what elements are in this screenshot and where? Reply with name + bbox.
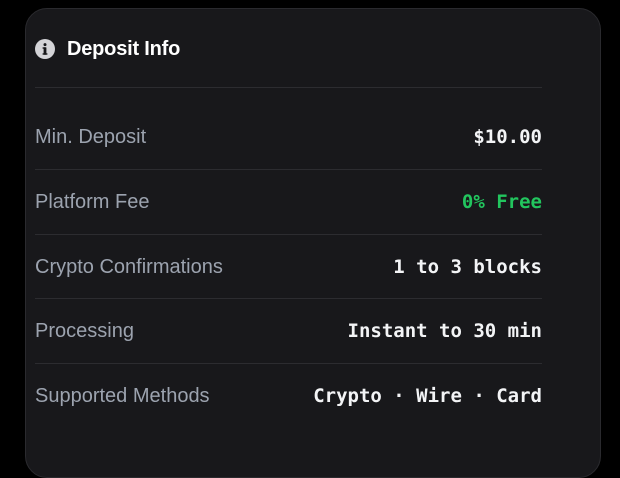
processing-value: Instant to 30 min [347, 320, 542, 342]
platform-fee-label: Platform Fee [35, 190, 150, 213]
crypto-confirmations-value: 1 to 3 blocks [393, 256, 542, 278]
row-min-deposit: Min. Deposit $10.00 [35, 105, 542, 169]
supported-methods-label: Supported Methods [35, 384, 210, 407]
row-platform-fee: Platform Fee 0% Free [35, 170, 542, 234]
row-supported-methods: Supported Methods Crypto · Wire · Card [35, 364, 542, 428]
crypto-confirmations-label: Crypto Confirmations [35, 255, 223, 278]
card-title: Deposit Info [67, 37, 181, 60]
card-header: Deposit Info [35, 33, 180, 65]
info-icon [35, 39, 55, 59]
row-processing: Processing Instant to 30 min [35, 299, 542, 363]
processing-label: Processing [35, 319, 134, 342]
header-divider [35, 87, 542, 88]
min-deposit-value: $10.00 [473, 126, 542, 148]
platform-fee-value: 0% Free [461, 191, 542, 213]
supported-methods-value: Crypto · Wire · Card [313, 385, 542, 407]
row-crypto-confirmations: Crypto Confirmations 1 to 3 blocks [35, 235, 542, 299]
min-deposit-label: Min. Deposit [35, 125, 147, 148]
